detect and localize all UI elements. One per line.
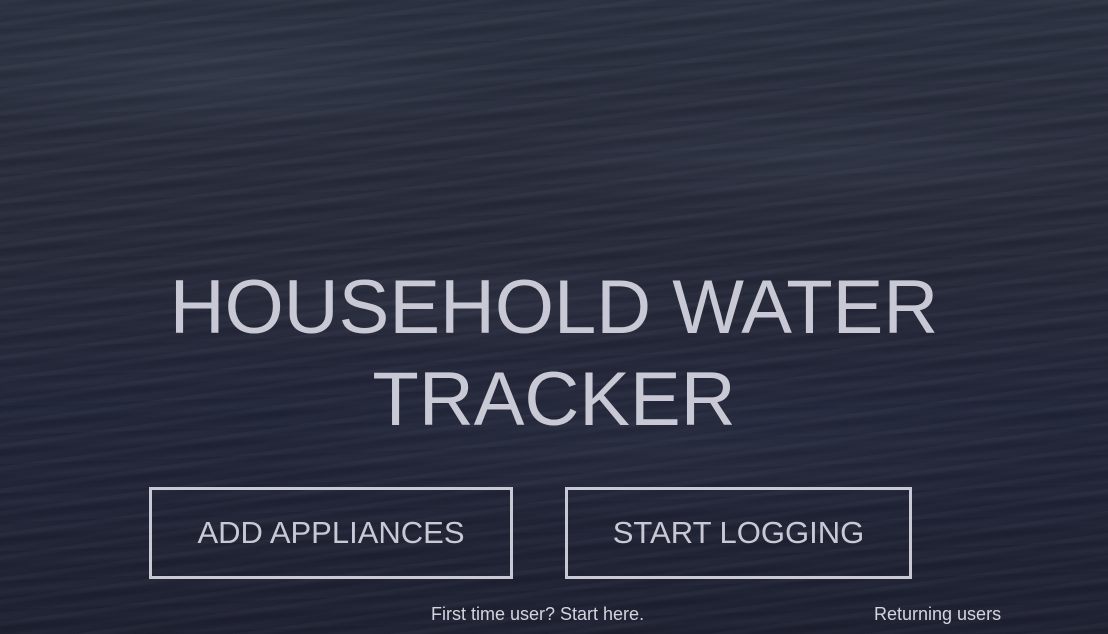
start-logging-button[interactable]: START LOGGING xyxy=(565,487,912,579)
page-title: HOUSEHOLD WATER TRACKER xyxy=(0,262,1108,446)
add-appliances-button[interactable]: ADD APPLIANCES xyxy=(149,487,513,579)
add-appliances-label: ADD APPLIANCES xyxy=(197,515,465,550)
title-line-2: TRACKER xyxy=(372,357,736,442)
returning-users-caption: Returning users xyxy=(874,604,1002,624)
start-logging-label: START LOGGING xyxy=(612,515,865,550)
first-time-user-caption: First time user? Start here. xyxy=(431,604,645,624)
title-line-1: HOUSEHOLD WATER xyxy=(169,265,939,350)
